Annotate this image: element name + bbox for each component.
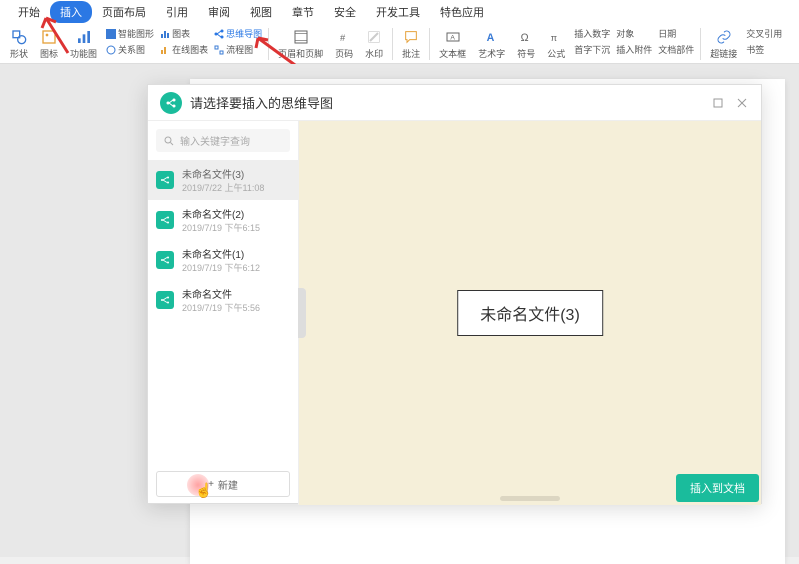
ribbon-watermark[interactable]: 水印	[363, 26, 385, 62]
menu-chapter[interactable]: 章节	[282, 1, 324, 23]
ribbon-equation[interactable]: π 公式	[545, 26, 567, 62]
cursor-icon: ☝	[195, 482, 212, 499]
menubar: 开始 插入 页面布局 引用 审阅 视图 章节 安全 开发工具 特色应用	[0, 0, 799, 24]
mindmap-dialog: 请选择要插入的思维导图 输入关键字查询 未命名文件(3) 2019/7/22 上…	[147, 84, 762, 504]
dialog-title: 请选择要插入的思维导图	[190, 93, 711, 112]
search-input[interactable]: 输入关键字查询	[156, 129, 290, 152]
ribbon-object[interactable]: 对象	[613, 26, 655, 41]
dialog-icon	[160, 92, 182, 114]
ribbon-date[interactable]: 日期	[655, 26, 697, 41]
ribbon-shapes[interactable]: 形状	[8, 26, 30, 62]
ribbon-mindmap[interactable]: 思维导图	[211, 26, 265, 41]
ribbon-dropcap[interactable]: 首字下沉	[571, 42, 613, 57]
menu-devtools[interactable]: 开发工具	[366, 1, 430, 23]
menu-security[interactable]: 安全	[324, 1, 366, 23]
ribbon-page-number[interactable]: # 页码	[333, 26, 355, 62]
ribbon-icons[interactable]: 图标	[38, 26, 60, 62]
svg-text:A: A	[486, 32, 494, 44]
ribbon-comment[interactable]: 批注	[400, 26, 422, 62]
menu-layout[interactable]: 页面布局	[92, 1, 156, 23]
file-item-3[interactable]: 未命名文件 2019/7/19 下午5:56	[148, 280, 298, 320]
mindmap-root-node[interactable]: 未命名文件(3)	[457, 290, 603, 336]
dialog-header: 请选择要插入的思维导图	[148, 85, 761, 121]
search-icon	[164, 136, 174, 146]
svg-text:#: #	[340, 33, 346, 43]
collapse-handle[interactable]	[298, 288, 306, 338]
shapes-icon	[10, 28, 28, 46]
file-item-2[interactable]: 未命名文件(1) 2019/7/19 下午6:12	[148, 240, 298, 280]
comment-icon	[402, 28, 420, 46]
file-list: 未命名文件(3) 2019/7/22 上午11:08 未命名文件(2) 2019…	[148, 160, 298, 463]
ribbon-hyperlink[interactable]: 超链接	[708, 26, 739, 62]
ribbon-number[interactable]: 插入数字	[571, 26, 613, 41]
menu-references[interactable]: 引用	[156, 1, 198, 23]
ribbon-symbol[interactable]: Ω 符号	[515, 26, 537, 62]
svg-text:π: π	[551, 33, 558, 43]
dialog-sidebar: 输入关键字查询 未命名文件(3) 2019/7/22 上午11:08 未命名文件…	[148, 121, 298, 505]
ribbon-bookmark[interactable]: 书签	[743, 42, 785, 57]
ribbon-smartart[interactable]: 智能图形	[103, 26, 157, 41]
ribbon-textbox[interactable]: A 文本框	[437, 26, 468, 62]
wordart-icon: A	[483, 28, 501, 46]
new-button[interactable]: ☝ + 新建	[156, 471, 290, 497]
scroll-indicator	[500, 496, 560, 501]
ribbon-online-chart[interactable]: 在线图表	[157, 42, 211, 57]
chart-icon	[75, 28, 93, 46]
ribbon-chart2[interactable]: 图表	[157, 26, 211, 41]
svg-text:A: A	[450, 35, 455, 42]
ribbon-function-chart[interactable]: 功能图	[68, 26, 99, 62]
file-item-0[interactable]: 未命名文件(3) 2019/7/22 上午11:08	[148, 160, 298, 200]
ribbon-wordart[interactable]: A 艺术字	[476, 26, 507, 62]
hyperlink-icon	[715, 28, 733, 46]
mindmap-preview[interactable]: 未命名文件(3)	[298, 121, 761, 505]
mindmap-file-icon	[156, 211, 174, 229]
mindmap-file-icon	[156, 291, 174, 309]
mindmap-file-icon	[156, 171, 174, 189]
watermark-icon	[365, 28, 383, 46]
menu-view[interactable]: 视图	[240, 1, 282, 23]
menu-special[interactable]: 特色应用	[430, 1, 494, 23]
svg-text:Ω: Ω	[521, 32, 529, 44]
symbol-icon: Ω	[517, 28, 535, 46]
page-number-icon: #	[335, 28, 353, 46]
maximize-button[interactable]	[711, 96, 725, 110]
close-button[interactable]	[735, 96, 749, 110]
mindmap-file-icon	[156, 251, 174, 269]
ribbon-docparts[interactable]: 文档部件	[655, 42, 697, 57]
ribbon-header-footer[interactable]: 页眉和页脚	[276, 26, 325, 62]
textbox-icon: A	[444, 28, 462, 46]
menu-insert[interactable]: 插入	[50, 1, 92, 23]
insert-button[interactable]: 插入到文档	[676, 474, 759, 502]
ribbon-flowchart[interactable]: 流程图	[211, 42, 265, 57]
ribbon: 形状 图标 功能图 智能图形 关系图 图表 在线图表 思维导图 流程图 页眉和页…	[0, 24, 799, 64]
menu-start[interactable]: 开始	[8, 1, 50, 23]
file-item-1[interactable]: 未命名文件(2) 2019/7/19 下午6:15	[148, 200, 298, 240]
header-footer-icon	[292, 28, 310, 46]
icons-icon	[40, 28, 58, 46]
ribbon-attachment[interactable]: 插入附件	[613, 42, 655, 57]
ribbon-relation[interactable]: 关系图	[103, 42, 157, 57]
menu-review[interactable]: 审阅	[198, 1, 240, 23]
equation-icon: π	[547, 28, 565, 46]
ribbon-crossref[interactable]: 交叉引用	[743, 26, 785, 41]
